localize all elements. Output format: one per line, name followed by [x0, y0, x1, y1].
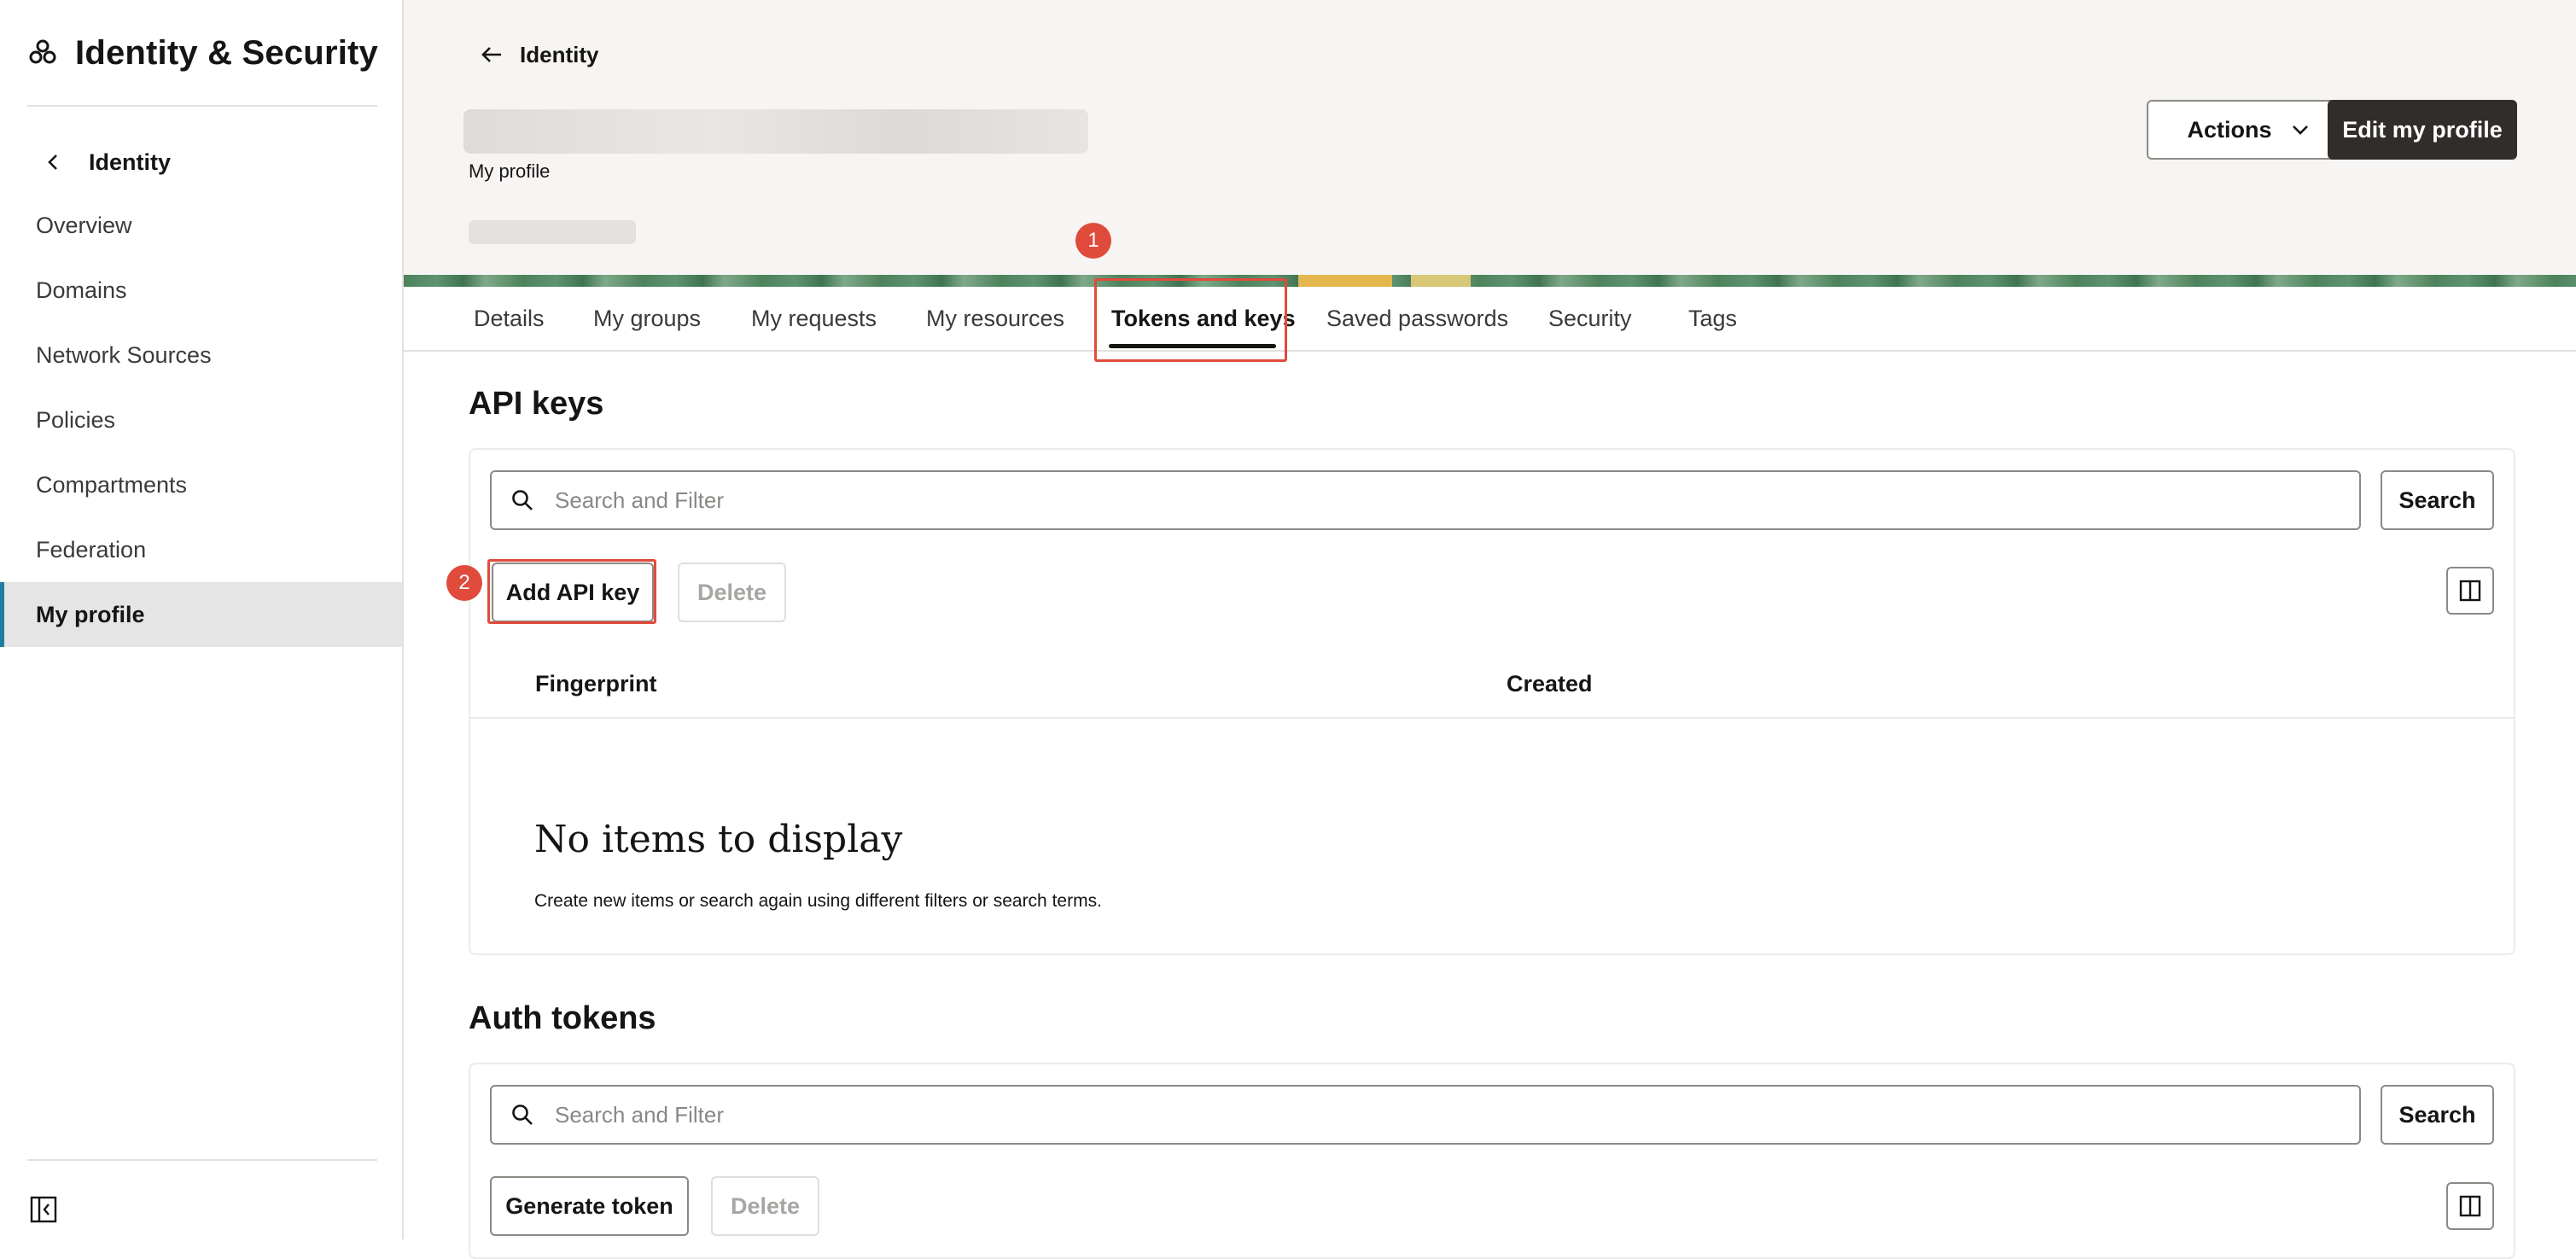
sidebar-item-network-sources[interactable]: Network Sources	[0, 323, 402, 388]
sidebar-item-my-profile[interactable]: My profile	[0, 582, 402, 647]
api-keys-search-input[interactable]	[553, 486, 2359, 515]
chevron-left-icon	[48, 154, 57, 170]
generate-token-button[interactable]: Generate token	[490, 1176, 689, 1236]
empty-state-title: No items to display	[534, 818, 903, 861]
tab-details[interactable]: Details	[474, 287, 545, 350]
auth-tokens-search-button[interactable]: Search	[2381, 1085, 2494, 1145]
arrow-left-icon	[481, 47, 501, 62]
auth-tokens-delete-button[interactable]: Delete	[711, 1176, 819, 1236]
empty-state-description: Create new items or search again using d…	[534, 891, 1102, 911]
actions-label: Actions	[2187, 116, 2272, 143]
page-header: Identity My profile Actions Edit my prof…	[404, 0, 2576, 287]
app-title: Identity & Security	[75, 33, 378, 72]
redacted-profile-detail	[469, 220, 636, 244]
sidebar-back-link[interactable]: Identity	[44, 145, 171, 179]
auth-tokens-search-input[interactable]	[553, 1100, 2359, 1129]
api-keys-columns-button[interactable]	[2446, 567, 2494, 615]
edit-my-profile-button[interactable]: Edit my profile	[2328, 100, 2517, 160]
back-link-label: Identity	[520, 41, 599, 67]
api-keys-search-field[interactable]	[490, 470, 2361, 530]
sidebar-nav: Overview Domains Network Sources Policie…	[0, 193, 402, 647]
header-pattern-accent	[1298, 275, 1392, 287]
api-keys-search-button[interactable]: Search	[2381, 470, 2494, 530]
back-to-identity-link[interactable]: Identity	[479, 39, 598, 70]
sidebar-divider	[27, 105, 377, 107]
annotation-highlight-add-api-key	[487, 559, 656, 624]
sidebar-item-policies[interactable]: Policies	[0, 388, 402, 452]
column-toggle-icon	[2459, 580, 2481, 602]
tab-tags[interactable]: Tags	[1688, 287, 1737, 350]
api-keys-delete-button[interactable]: Delete	[678, 562, 786, 622]
header-pattern-banner	[404, 275, 2576, 287]
sidebar: Identity & Security Identity Overview Do…	[0, 0, 404, 1239]
actions-dropdown-button[interactable]: Actions	[2147, 100, 2350, 160]
column-toggle-icon	[2459, 1195, 2481, 1217]
column-header-fingerprint[interactable]: Fingerprint	[535, 671, 657, 697]
sidebar-item-overview[interactable]: Overview	[0, 193, 402, 258]
column-header-created[interactable]: Created	[1507, 671, 1593, 697]
identity-security-logo-icon	[29, 39, 56, 64]
brand: Identity & Security	[27, 32, 378, 73]
auth-tokens-heading: Auth tokens	[469, 1000, 656, 1036]
api-keys-heading: API keys	[469, 386, 604, 422]
profile-tabs: Details My groups My requests My resourc…	[404, 287, 2576, 352]
tab-security[interactable]: Security	[1548, 287, 1632, 350]
tab-saved-passwords[interactable]: Saved passwords	[1326, 287, 1508, 350]
chevron-down-icon	[2292, 125, 2308, 135]
header-pattern-accent	[1411, 275, 1471, 287]
tab-my-groups[interactable]: My groups	[593, 287, 701, 350]
annotation-step-badge-2: 2	[446, 565, 482, 601]
auth-tokens-search-field[interactable]	[490, 1085, 2361, 1145]
table-header-divider	[470, 717, 2514, 719]
tab-my-requests[interactable]: My requests	[751, 287, 877, 350]
redacted-profile-name	[463, 109, 1088, 154]
sidebar-item-compartments[interactable]: Compartments	[0, 452, 402, 517]
tab-my-resources[interactable]: My resources	[926, 287, 1064, 350]
collapse-sidebar-icon[interactable]	[29, 1195, 58, 1224]
page-subtitle: My profile	[469, 160, 551, 182]
search-icon	[512, 490, 533, 510]
annotation-step-badge-1: 1	[1075, 223, 1111, 259]
search-icon	[512, 1105, 533, 1125]
sidebar-item-federation[interactable]: Federation	[0, 517, 402, 582]
auth-tokens-columns-button[interactable]	[2446, 1182, 2494, 1230]
sidebar-back-label: Identity	[89, 149, 172, 175]
annotation-highlight-tokens-tab	[1094, 278, 1287, 362]
sidebar-bottom-divider	[27, 1159, 377, 1161]
sidebar-item-domains[interactable]: Domains	[0, 258, 402, 323]
